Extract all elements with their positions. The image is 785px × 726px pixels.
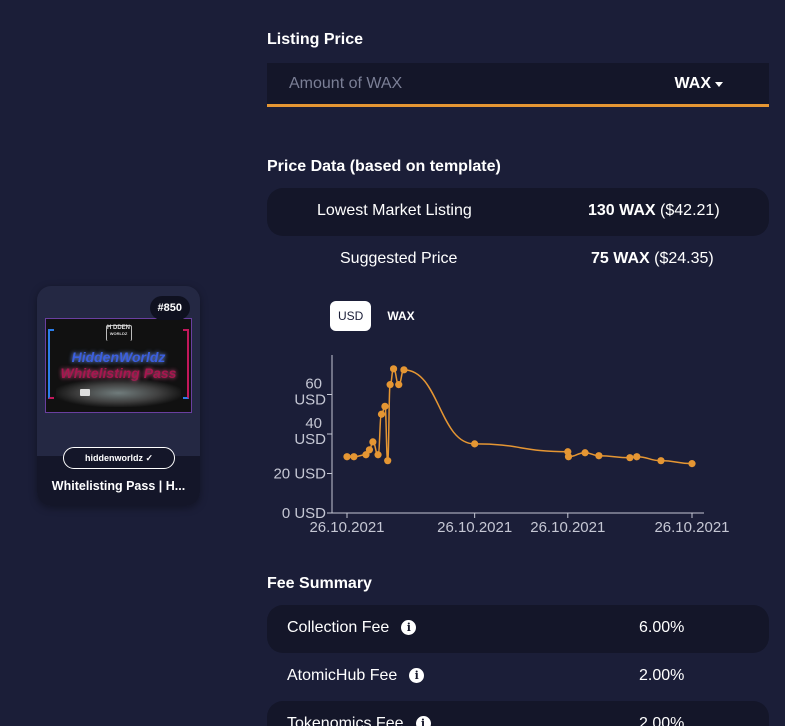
data-point [633, 453, 641, 461]
x-tick-label: 26.10.2021 [530, 519, 605, 536]
data-point [350, 453, 358, 461]
price-input[interactable] [267, 63, 647, 104]
data-point [386, 381, 394, 389]
data-point [374, 451, 382, 459]
atomichub-fee-label: AtomicHub Fee i [287, 667, 425, 685]
y-tick-label: 40 [305, 415, 322, 432]
art-title: HiddenWorldz [71, 349, 166, 365]
nft-name: Whitelisting Pass | H... [51, 479, 186, 493]
atomichub-fee-row: AtomicHub Fee i 2.00% [267, 653, 769, 701]
art-logo-text: H DDEN WORLDZ [106, 325, 130, 336]
data-point [564, 453, 573, 461]
listing-price-title: Listing Price [267, 31, 364, 48]
data-point [384, 457, 392, 465]
data-point [471, 440, 479, 448]
data-point [595, 452, 603, 460]
nft-card[interactable]: H DDEN WORLDZ HiddenWorldz Whitelisting … [37, 286, 200, 506]
data-point [365, 446, 374, 454]
x-tick-label: 26.10.2021 [654, 519, 729, 536]
info-icon[interactable]: i [401, 620, 417, 635]
price-history-chart: 0 USD20 USD40USD60USD26.10.2021 26.10.202… [273, 355, 730, 536]
lowest-listing-value: 130 WAX ($42.21) [588, 202, 720, 219]
suggested-price-row: Suggested Price 75 WAX ($24.35) [267, 236, 769, 284]
data-point [657, 457, 665, 465]
tokenomics-fee-row: Tokenomics Fee i 2.00% [267, 701, 769, 726]
collection-fee-value: 6.00% [639, 619, 685, 636]
data-point [581, 449, 589, 457]
mint-number-badge: #850 [149, 296, 190, 320]
price-input-group: WAX [267, 63, 769, 107]
y-tick-label: 60 [305, 376, 322, 393]
y-tick-label: USD [294, 392, 326, 409]
currency-dropdown[interactable]: WAX [675, 75, 723, 93]
currency-toggle: USD WAX [330, 301, 423, 331]
suggested-price-value: 75 WAX ($24.35) [591, 250, 714, 267]
info-icon[interactable]: i [409, 668, 425, 683]
data-point [688, 460, 696, 468]
x-tick-label: 26.10.2021 [437, 519, 512, 536]
info-icon[interactable]: i [415, 716, 431, 726]
chevron-down-icon [715, 81, 723, 87]
data-point [369, 438, 377, 446]
y-tick-label: 20 USD [273, 466, 326, 483]
price-data-title: Price Data (based on template) [267, 158, 501, 175]
data-point [626, 454, 634, 462]
atomichub-fee-value: 2.00% [639, 667, 685, 684]
suggested-price-label: Suggested Price [340, 250, 458, 267]
collection-fee-row: Collection Fee i 6.00% [267, 605, 769, 653]
collection-pill[interactable]: hiddenworldz ✓ [63, 447, 175, 469]
data-point [381, 402, 389, 410]
nft-image: H DDEN WORLDZ HiddenWorldz Whitelisting … [45, 318, 192, 413]
usd-toggle-button[interactable]: USD [330, 301, 372, 331]
data-point [389, 365, 398, 373]
x-tick-label: 26.10.2021 [309, 519, 384, 536]
data-point [395, 381, 403, 389]
wax-toggle-button[interactable]: WAX [379, 301, 422, 331]
data-point [343, 453, 351, 461]
tokenomics-fee-label: Tokenomics Fee i [287, 715, 431, 726]
currency-label: WAX [674, 75, 711, 92]
data-point [377, 410, 386, 418]
y-tick-label: USD [294, 431, 326, 448]
collection-fee-label: Collection Fee i [287, 619, 417, 637]
lowest-listing-row: Lowest Market Listing 130 WAX ($42.21) [267, 188, 769, 236]
fee-summary-title: Fee Summary [267, 575, 372, 592]
tokenomics-fee-value: 2.00% [639, 715, 685, 726]
data-point [400, 366, 408, 374]
art-smoke [56, 379, 181, 407]
lowest-listing-label: Lowest Market Listing [317, 202, 472, 219]
pass-icon [80, 389, 90, 396]
